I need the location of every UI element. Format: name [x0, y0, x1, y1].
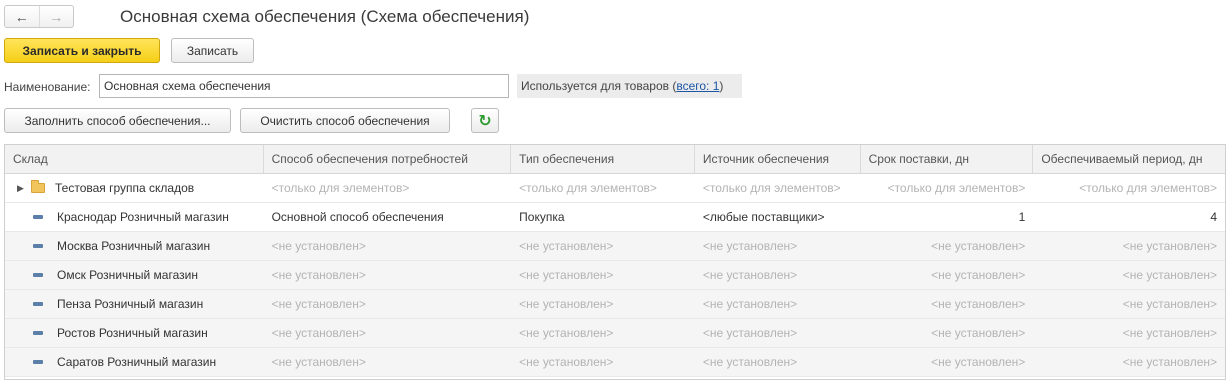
column-header-source[interactable]: Источник обеспечения	[695, 145, 861, 173]
refresh-button[interactable]: ↻	[471, 108, 499, 133]
navigation-buttons: ← →	[4, 5, 74, 28]
source-cell: <не установлен>	[702, 239, 798, 253]
source-cell: <не установлен>	[702, 326, 798, 340]
table-row-group[interactable]: ▶ Тестовая группа складов <только для эл…	[5, 174, 1225, 203]
table-row[interactable]: Пенза Розничный магазин <не установлен> …	[5, 290, 1225, 319]
method-cell: <не установлен>	[271, 326, 366, 340]
warehouse-cell: Саратов Розничный магазин	[5, 348, 264, 376]
item-icon	[33, 244, 43, 248]
clear-supply-method-button[interactable]: Очистить способ обеспечения	[240, 108, 450, 133]
warehouse-name: Тестовая группа складов	[55, 181, 195, 195]
name-label: Наименование:	[4, 80, 91, 94]
lead-time-cell: <не установлен>	[931, 326, 1026, 340]
usage-close: )	[719, 79, 724, 93]
warehouse-table: Склад Способ обеспечения потребностей Ти…	[4, 144, 1226, 380]
save-button[interactable]: Записать	[171, 38, 254, 63]
warehouse-cell: Пенза Розничный магазин	[5, 290, 264, 318]
table-header: Склад Способ обеспечения потребностей Ти…	[5, 145, 1225, 174]
period-cell: <не установлен>	[1122, 268, 1218, 282]
lead-time-cell: 1	[1018, 210, 1026, 224]
folder-icon	[31, 180, 45, 193]
table-row[interactable]: Ростов Розничный магазин <не установлен>…	[5, 319, 1225, 348]
type-cell: Покупка	[519, 210, 565, 224]
warehouse-name: Саратов Розничный магазин	[57, 355, 217, 369]
fill-supply-method-button[interactable]: Заполнить способ обеспечения...	[4, 108, 231, 133]
source-cell: <только для элементов>	[702, 181, 841, 195]
warehouse-cell: ▶ Тестовая группа складов	[5, 174, 264, 202]
period-cell: <только для элементов>	[1079, 181, 1218, 195]
warehouse-cell: Омск Розничный магазин	[5, 261, 264, 289]
source-cell: <не установлен>	[702, 268, 798, 282]
warehouse-name: Пенза Розничный магазин	[57, 297, 204, 311]
arrow-right-icon[interactable]: →	[40, 6, 74, 27]
lead-time-cell: <только для элементов>	[887, 181, 1026, 195]
lead-time-cell: <не установлен>	[931, 268, 1026, 282]
period-cell: 4	[1210, 210, 1218, 224]
period-cell: <не установлен>	[1122, 355, 1218, 369]
lead-time-cell: <не установлен>	[931, 297, 1026, 311]
type-cell: <не установлен>	[519, 297, 614, 311]
source-cell: <не установлен>	[702, 297, 798, 311]
type-cell: <только для элементов>	[519, 181, 657, 195]
table-row[interactable]: Краснодар Розничный магазин Основной спо…	[5, 203, 1225, 232]
source-cell: <любые поставщики>	[702, 210, 825, 224]
expand-arrow-icon[interactable]: ▶	[17, 183, 31, 194]
arrow-left-icon[interactable]: ←	[5, 6, 40, 27]
method-cell: <не установлен>	[271, 239, 366, 253]
window-title: Основная схема обеспечения (Схема обеспе…	[120, 7, 530, 26]
lead-time-cell: <не установлен>	[931, 239, 1026, 253]
warehouse-name: Краснодар Розничный магазин	[57, 210, 229, 224]
item-icon	[33, 215, 43, 219]
usage-info: Используется для товаров ( всего: 1 )	[517, 74, 742, 98]
table-row[interactable]: Саратов Розничный магазин <не установлен…	[5, 348, 1225, 377]
warehouse-cell: Москва Розничный магазин	[5, 232, 264, 260]
save-and-close-button[interactable]: Записать и закрыть	[4, 38, 160, 63]
type-cell: <не установлен>	[519, 268, 614, 282]
lead-time-cell: <не установлен>	[931, 355, 1026, 369]
warehouse-cell: Ростов Розничный магазин	[5, 319, 264, 347]
warehouse-name: Москва Розничный магазин	[57, 239, 211, 253]
item-icon	[33, 331, 43, 335]
source-cell: <не установлен>	[702, 355, 798, 369]
refresh-icon: ↻	[478, 112, 492, 130]
method-cell: <не установлен>	[271, 268, 366, 282]
column-header-type[interactable]: Тип обеспечения	[511, 145, 695, 173]
warehouse-cell: Краснодар Розничный магазин	[5, 203, 264, 231]
method-cell: Основной способ обеспечения	[271, 210, 444, 224]
warehouse-name: Ростов Розничный магазин	[57, 326, 208, 340]
period-cell: <не установлен>	[1122, 297, 1218, 311]
usage-text: Используется для товаров (	[521, 79, 677, 93]
type-cell: <не установлен>	[519, 239, 614, 253]
column-header-warehouse[interactable]: Склад	[5, 145, 264, 173]
usage-link[interactable]: всего: 1	[676, 79, 719, 93]
item-icon	[33, 302, 43, 306]
period-cell: <не установлен>	[1122, 239, 1218, 253]
table-row[interactable]: Москва Розничный магазин <не установлен>…	[5, 232, 1225, 261]
item-icon	[33, 360, 43, 364]
warehouse-name: Омск Розничный магазин	[57, 268, 198, 282]
item-icon	[33, 273, 43, 277]
column-header-period[interactable]: Обеспечиваемый период, дн	[1033, 145, 1225, 173]
method-cell: <не установлен>	[271, 297, 366, 311]
column-header-method[interactable]: Способ обеспечения потребностей	[264, 145, 512, 173]
method-cell: <только для элементов>	[271, 181, 410, 195]
table-row[interactable]: Омск Розничный магазин <не установлен> <…	[5, 261, 1225, 290]
method-cell: <не установлен>	[271, 355, 366, 369]
type-cell: <не установлен>	[519, 355, 614, 369]
name-input[interactable]: Основная схема обеспечения	[99, 74, 509, 98]
period-cell: <не установлен>	[1122, 326, 1218, 340]
column-header-lead-time[interactable]: Срок поставки, дн	[861, 145, 1034, 173]
type-cell: <не установлен>	[519, 326, 614, 340]
